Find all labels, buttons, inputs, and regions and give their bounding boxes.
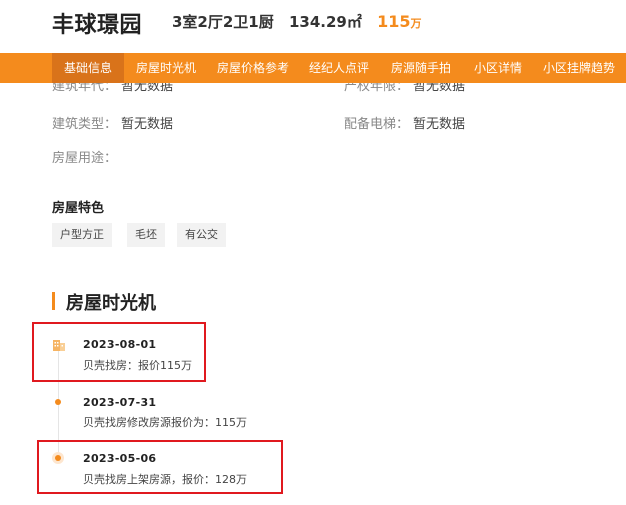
section-nav: 基础信息 房屋时光机 房屋价格参考 经纪人点评 房源随手拍 小区详情 小区挂牌趋… — [0, 53, 626, 83]
info-label: 产权年限： — [344, 83, 410, 93]
info-usage: 房屋用途： — [52, 147, 117, 166]
nav-tab-community-trend[interactable]: 小区挂牌趋势 — [543, 53, 615, 83]
listing-header: 丰球璟园 3室2厅2卫1厨 134.29㎡ 115万 — [0, 0, 626, 53]
info-label: 建筑年代： — [52, 83, 118, 93]
community-title: 丰球璟园 — [52, 13, 143, 38]
total-price: 115 — [377, 12, 411, 31]
nav-tab-time-machine[interactable]: 房屋时光机 — [136, 53, 196, 83]
info-label: 房屋用途： — [52, 151, 118, 166]
nav-tab-listing-photos[interactable]: 房源随手拍 — [391, 53, 451, 83]
price-unit: 万 — [410, 17, 422, 30]
room-layout: 3室2厅2卫1厨 — [172, 13, 274, 31]
timeline-event-desc: 贝壳找房修改房源报价为：115万 — [83, 416, 247, 429]
info-build-year: 建筑年代： 暂无数据 — [52, 83, 173, 93]
nav-tab-agent-reviews[interactable]: 经纪人点评 — [309, 53, 369, 83]
timeline-event-date: 2023-07-31 — [83, 396, 157, 409]
info-elevator: 配备电梯： 暂无数据 — [344, 113, 465, 132]
nav-tab-basic-info[interactable]: 基础信息 — [52, 53, 124, 83]
info-value: 暂无数据 — [413, 117, 466, 132]
highlight-box — [37, 440, 283, 494]
info-value: 暂无数据 — [413, 83, 466, 93]
info-value: 暂无数据 — [121, 117, 174, 132]
timeline-section-title: 房屋时光机 — [66, 293, 156, 314]
highlight-box — [32, 322, 206, 382]
nav-tab-price-reference[interactable]: 房屋价格参考 — [217, 53, 289, 83]
clipped-info-row: 建筑年代： 暂无数据 产权年限： 暂无数据 — [0, 83, 626, 93]
feature-tag: 户型方正 — [52, 223, 112, 247]
info-property-term: 产权年限： 暂无数据 — [344, 83, 465, 93]
section-accent-bar — [52, 292, 55, 310]
nav-tab-community-details[interactable]: 小区详情 — [474, 53, 522, 83]
info-value: 暂无数据 — [121, 83, 174, 93]
timeline-dot — [55, 399, 61, 405]
listing-summary: 3室2厅2卫1厨 134.29㎡ 115万 — [172, 11, 422, 32]
features-title: 房屋特色 — [52, 201, 105, 216]
info-label: 建筑类型： — [52, 117, 118, 132]
feature-tag: 有公交 — [177, 223, 226, 247]
info-label: 配备电梯： — [344, 117, 410, 132]
feature-tag: 毛坯 — [127, 223, 165, 247]
floor-area: 134.29㎡ — [288, 13, 362, 31]
info-building-type: 建筑类型： 暂无数据 — [52, 113, 173, 132]
